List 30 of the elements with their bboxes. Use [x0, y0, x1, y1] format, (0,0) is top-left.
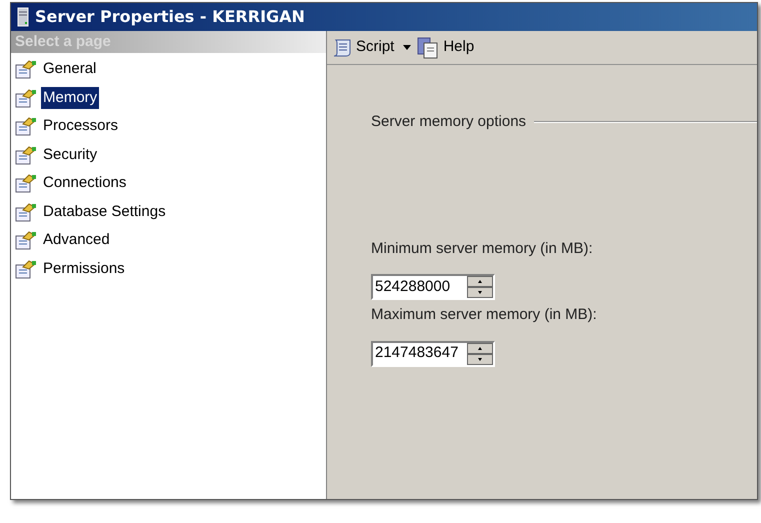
- page-item[interactable]: Connections: [41, 172, 128, 194]
- spinner-arrows-icon[interactable]: [467, 276, 493, 298]
- field-label: Minimum server memory (in MB):: [371, 238, 594, 258]
- window-title: Server Properties - KERRIGAN: [35, 6, 305, 28]
- page-item[interactable]: Memory: [41, 86, 100, 109]
- page-item[interactable]: General: [41, 58, 98, 80]
- properties-icon: [15, 116, 37, 136]
- page-item[interactable]: Security: [41, 144, 100, 166]
- scroll-icon: [331, 38, 353, 58]
- properties-icon: [15, 144, 37, 165]
- field-label: Maximum server memory (in MB):: [371, 305, 598, 325]
- document-icon: [417, 36, 440, 58]
- script-button[interactable]: Script: [331, 36, 412, 59]
- spinner-arrows-icon[interactable]: [467, 342, 493, 364]
- spin-box[interactable]: 2147483647: [371, 340, 495, 366]
- page-item[interactable]: Permissions: [41, 258, 127, 280]
- page-item[interactable]: Database Settings: [41, 200, 168, 223]
- properties-icon: [15, 258, 37, 279]
- properties-icon: [15, 59, 37, 80]
- properties-icon: [15, 88, 37, 108]
- spin-box[interactable]: 524288000: [371, 274, 495, 300]
- group-title: Server memory options: [371, 112, 526, 132]
- properties-icon: [15, 202, 37, 222]
- properties-icon: [15, 173, 37, 194]
- page-item[interactable]: Advanced: [41, 229, 112, 252]
- page-item[interactable]: Processors: [41, 115, 120, 138]
- server-icon: [17, 7, 29, 27]
- help-button[interactable]: Help: [417, 36, 474, 59]
- caret-icon: [403, 45, 412, 50]
- properties-icon: [15, 230, 37, 250]
